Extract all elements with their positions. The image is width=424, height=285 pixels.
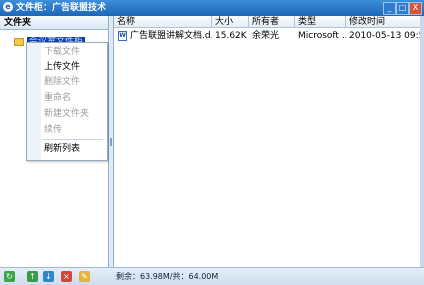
status-bar: ↻ ↑ ↓ × ✎ 剩余：63.98M/共：64.00M <box>0 267 424 285</box>
file-cabinet-window: e 文件柜：广告联盟技术 _ □ X 文件夹 会议室文件柜 下载文件 上传文件 … <box>0 0 424 285</box>
download-icon[interactable]: ↓ <box>43 271 54 282</box>
maximize-button[interactable]: □ <box>396 2 409 15</box>
menu-item-rename[interactable]: 重命名 <box>44 91 104 105</box>
file-size: 15.62K <box>215 31 247 41</box>
word-document-icon <box>118 31 127 41</box>
file-list: 名称 大小 所有者 类型 修改时间 广告联盟讲解文档.d... 15.62K 余… <box>113 16 421 267</box>
menu-item-upload[interactable]: 上传文件 <box>44 60 104 74</box>
column-header-size[interactable]: 大小 <box>212 16 249 28</box>
rename-icon[interactable]: ✎ <box>79 271 90 282</box>
column-header-name[interactable]: 名称 <box>114 16 212 28</box>
delete-icon[interactable]: × <box>61 271 72 282</box>
file-type: Microsoft ... <box>298 31 346 41</box>
column-header-owner[interactable]: 所有者 <box>249 16 295 28</box>
folder-pane-header: 文件夹 <box>0 16 108 30</box>
folder-icon <box>14 38 24 46</box>
window-title: 文件柜：广告联盟技术 <box>16 3 107 13</box>
minimize-button[interactable]: _ <box>383 2 396 15</box>
menu-item-download[interactable]: 下载文件 <box>44 45 104 59</box>
close-button[interactable]: X <box>409 2 422 15</box>
right-edge-bar <box>420 16 424 267</box>
file-name: 广告联盟讲解文档.d... <box>130 31 212 41</box>
context-menu: 下载文件 上传文件 删除文件 重命名 新建文件夹 续传 刷新列表 <box>26 42 108 161</box>
file-row[interactable]: 广告联盟讲解文档.d... 15.62K 余荣光 Microsoft ... 2… <box>114 30 421 42</box>
menu-separator <box>43 139 103 140</box>
menu-item-resume[interactable]: 续传 <box>44 123 104 137</box>
context-menu-icon-strip <box>27 43 41 160</box>
file-owner: 余荣光 <box>252 31 280 41</box>
file-modified: 2010-05-13 09:5... <box>349 31 421 41</box>
space-status: 剩余：63.98M/共：64.00M <box>116 272 219 281</box>
app-logo-icon: e <box>3 2 13 12</box>
splitter-grip-icon[interactable] <box>110 138 112 146</box>
upload-icon[interactable]: ↑ <box>27 271 38 282</box>
column-header-type[interactable]: 类型 <box>295 16 346 28</box>
menu-item-new-folder[interactable]: 新建文件夹 <box>44 107 104 121</box>
column-header-modified[interactable]: 修改时间 <box>346 16 421 28</box>
menu-item-delete[interactable]: 删除文件 <box>44 75 104 89</box>
menu-item-refresh[interactable]: 刷新列表 <box>44 142 104 156</box>
title-bar[interactable]: e 文件柜：广告联盟技术 _ □ X <box>0 0 424 16</box>
refresh-icon[interactable]: ↻ <box>4 271 15 282</box>
